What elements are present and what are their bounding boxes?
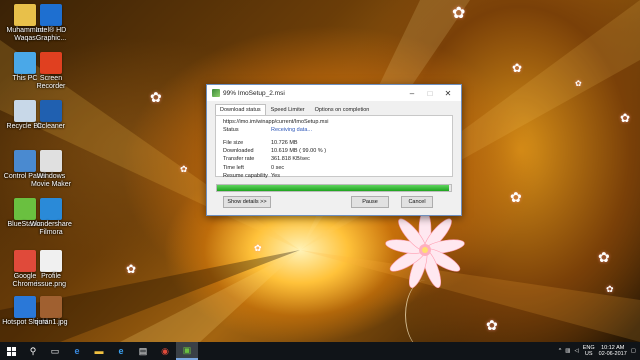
flower-decoration: ✿ xyxy=(486,317,498,333)
cancel-button[interactable]: Cancel xyxy=(401,196,433,208)
status-row: Status Receiving data... xyxy=(223,127,312,135)
task-view-icon[interactable]: ▭ xyxy=(44,342,66,360)
app-icon xyxy=(40,296,62,318)
app-icon xyxy=(40,198,62,220)
info-row: Time left 0 sec xyxy=(223,165,326,173)
desktop-icon[interactable]: Screen Recorder xyxy=(28,52,74,91)
info-value: 361.818 KB/sec xyxy=(271,156,310,163)
info-key: Resume capability xyxy=(223,172,268,179)
desktop-icon[interactable]: Windows Movie Maker xyxy=(28,150,74,189)
download-progress-bar xyxy=(216,184,452,192)
pause-button[interactable]: Pause xyxy=(351,196,389,208)
desktop-icon[interactable]: Wondershare Filmora xyxy=(28,198,74,237)
info-key: Downloaded xyxy=(223,148,254,155)
status-panel: https://imo.im/winapp/current/ImoSetup.m… xyxy=(215,115,453,179)
movie-maker-icon[interactable]: ▤ xyxy=(132,342,154,360)
clock-date: 02-06-2017 xyxy=(598,351,627,357)
flower-stem xyxy=(405,280,446,350)
show-details-button[interactable]: Show details >> xyxy=(223,196,271,208)
info-value: 0 sec xyxy=(271,164,285,171)
clock[interactable]: 10:12 AM 02-06-2017 xyxy=(599,345,627,358)
volume-icon[interactable]: ◁ xyxy=(575,348,579,354)
desktop-icon-label: Intel® HD Graphic... xyxy=(35,27,67,42)
info-key: Time left xyxy=(223,164,244,171)
desktop-icon-label: Profile issue.png xyxy=(36,273,66,288)
minimize-icon[interactable]: – xyxy=(403,89,421,98)
flower-decoration: ✿ xyxy=(150,89,162,105)
file-explorer-icon[interactable]: ▬ xyxy=(88,342,110,360)
download-dialog: 99% ImoSetup_2.msi – □ ✕ Download status… xyxy=(206,84,462,216)
app-icon xyxy=(40,4,62,26)
info-row: Downloaded 10.619 MB ( 99.00 % ) xyxy=(223,148,326,156)
app-icon xyxy=(40,52,62,74)
desktop-icon-label: Windows Movie Maker xyxy=(30,173,72,188)
flower-decoration: ✿ xyxy=(180,164,188,174)
flower-decoration: ✿ xyxy=(510,189,522,205)
language-indicator[interactable]: ENG US xyxy=(583,345,595,358)
flower-decoration: ✿ xyxy=(620,111,631,125)
info-value: 10.619 MB ( 99.00 % ) xyxy=(271,148,327,155)
tab-download-status[interactable]: Download status xyxy=(215,104,266,115)
flower-decoration: ✿ xyxy=(512,61,523,75)
desktop-icon-label: Wondershare Filmora xyxy=(30,221,72,236)
tab-options-on-completion[interactable]: Options on completion xyxy=(310,104,375,115)
start-button[interactable] xyxy=(0,342,22,360)
status-value: Receiving data... xyxy=(271,127,312,133)
desktop-icon[interactable]: Intel® HD Graphic... xyxy=(28,4,74,43)
progress-fill xyxy=(217,185,449,191)
idm-taskbar-icon[interactable]: ▣ xyxy=(176,342,198,360)
desktop-icon-label: quran1.jpg xyxy=(34,319,68,326)
app-icon xyxy=(40,150,62,172)
idm-app-icon xyxy=(212,89,220,97)
app-icon xyxy=(40,100,62,122)
info-key: Transfer rate xyxy=(223,156,255,163)
tray-chevron-icon[interactable]: ^ xyxy=(559,348,562,354)
maximize-icon[interactable]: □ xyxy=(421,89,439,98)
desktop-icon[interactable]: quran1.jpg xyxy=(28,296,74,327)
edge-icon[interactable]: e xyxy=(66,342,88,360)
flower-decoration: ✿ xyxy=(126,262,137,276)
info-value: 10.726 MB xyxy=(271,140,298,146)
taskbar: ⚲ ▭ e ▬ e ▤ ◉ ▣ ^ ▥ ◁ ENG US 10:12 AM 02… xyxy=(0,342,640,360)
network-icon[interactable]: ▥ xyxy=(565,348,570,354)
desktop-icon-label: Ccleaner xyxy=(36,123,65,130)
desktop-icon-label: Screen Recorder xyxy=(36,75,66,90)
dialog-title: 99% ImoSetup_2.msi xyxy=(223,89,285,97)
desktop-icon[interactable]: Ccleaner xyxy=(28,100,74,131)
search-icon[interactable]: ⚲ xyxy=(22,342,44,360)
chrome-icon[interactable]: ◉ xyxy=(154,342,176,360)
flower-decoration: ✿ xyxy=(452,5,466,22)
app-icon xyxy=(40,250,62,272)
download-url: https://imo.im/winapp/current/ImoSetup.m… xyxy=(223,119,329,125)
tab-speed-limiter[interactable]: Speed Limiter xyxy=(266,104,310,115)
flower-decoration: ✿ xyxy=(254,243,262,253)
flower-decoration: ✿ xyxy=(598,249,610,265)
desktop-icon[interactable]: Profile issue.png xyxy=(28,250,74,289)
info-value: Yes xyxy=(271,172,280,179)
info-row: File size 10.726 MB xyxy=(223,140,326,148)
flower-decoration: ✿ xyxy=(606,284,614,294)
info-row: Transfer rate 361.818 KB/sec xyxy=(223,156,326,164)
info-row: Resume capability Yes xyxy=(223,173,326,181)
ie-icon[interactable]: e xyxy=(110,342,132,360)
notifications-icon[interactable]: ▢ xyxy=(631,348,636,354)
dialog-titlebar[interactable]: 99% ImoSetup_2.msi – □ ✕ xyxy=(207,85,461,101)
info-key: File size xyxy=(223,140,244,146)
close-icon[interactable]: ✕ xyxy=(439,89,457,98)
status-label: Status xyxy=(223,127,239,133)
flower-decoration: ✿ xyxy=(575,79,582,88)
region-label: US xyxy=(584,351,593,357)
